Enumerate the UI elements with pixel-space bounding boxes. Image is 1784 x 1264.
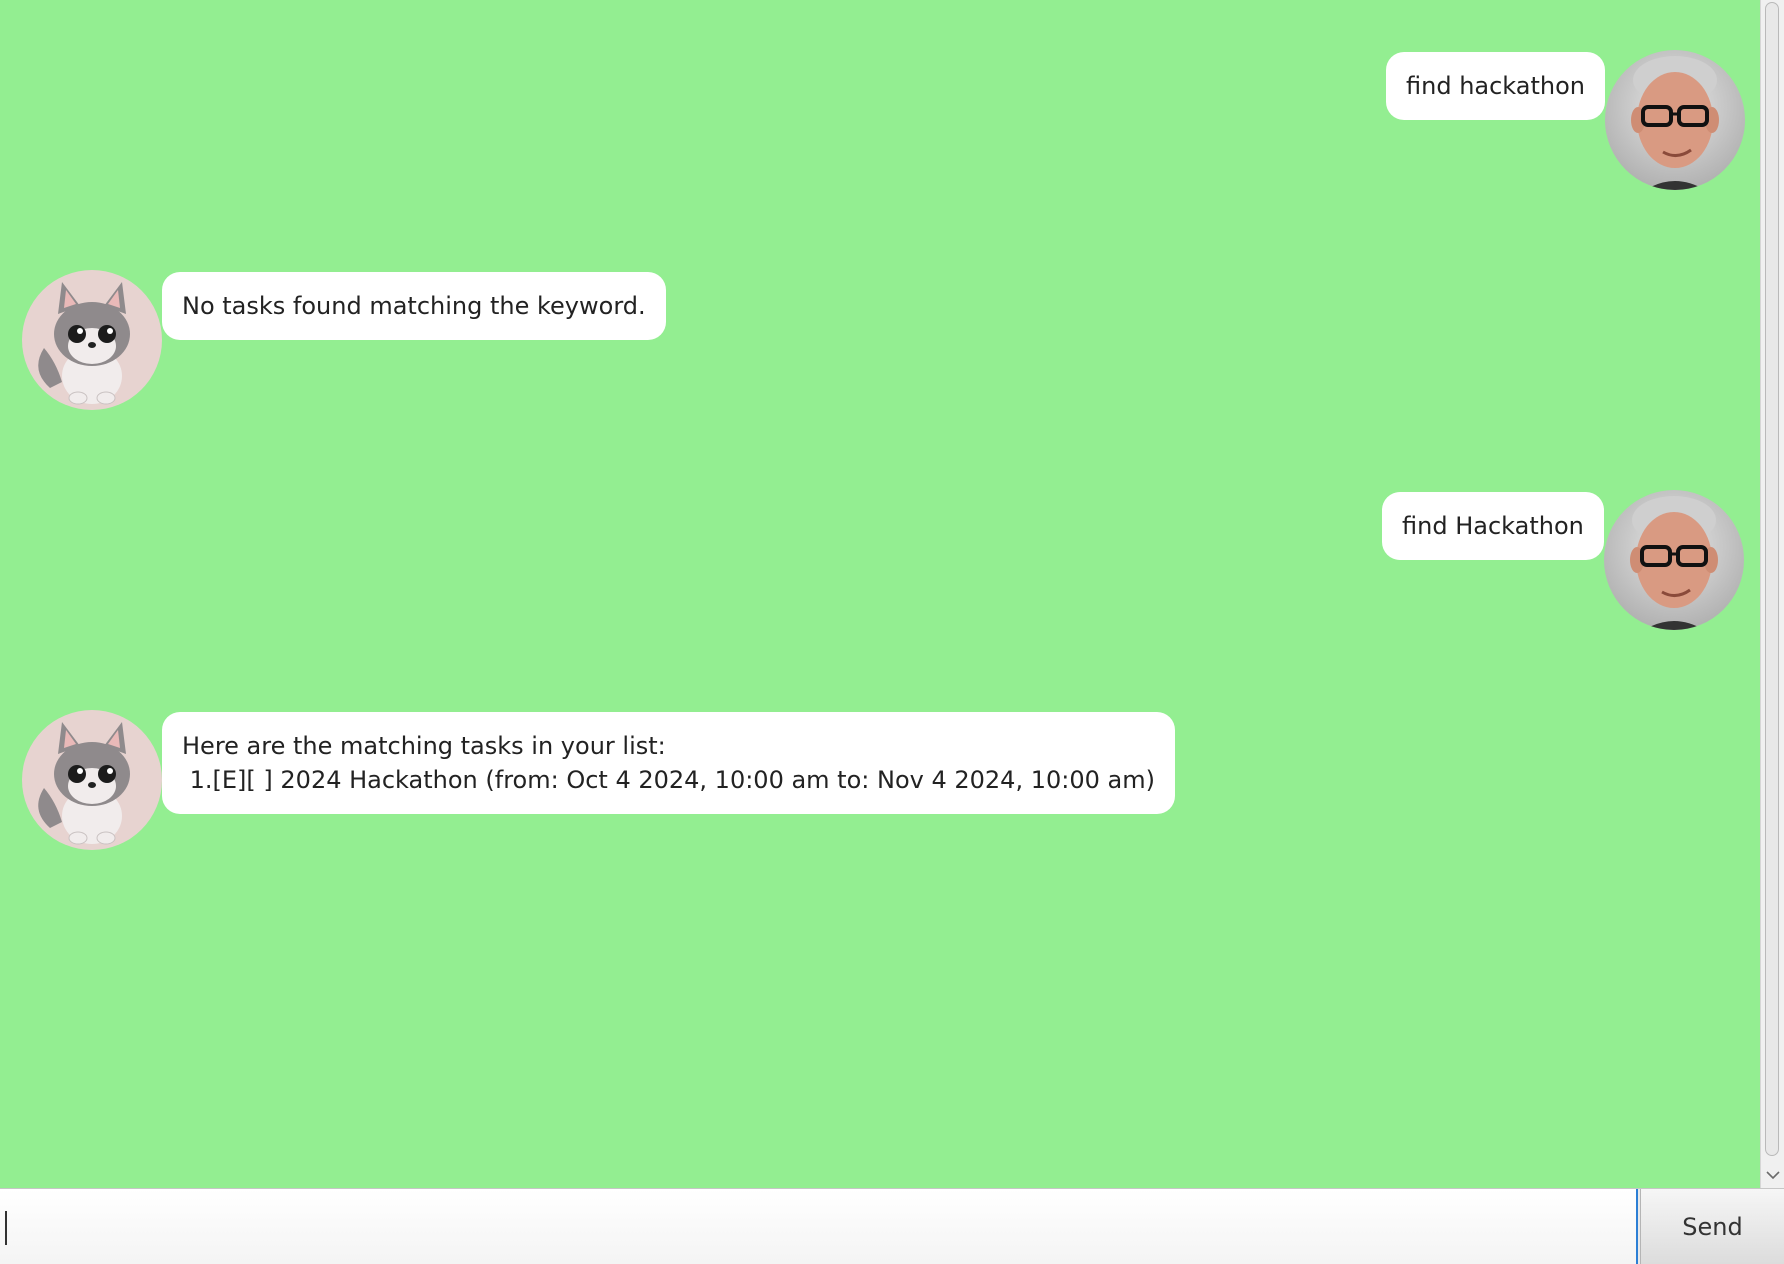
bot-message: Here are the matching tasks in your list… <box>22 710 1175 850</box>
chat-window: find hackathon No tasks found matching t… <box>0 0 1784 1264</box>
wolf-pup-icon <box>22 710 162 850</box>
bot-message: No tasks found matching the keyword. <box>22 270 666 410</box>
wolf-pup-icon <box>22 270 162 410</box>
chevron-down-icon[interactable] <box>1764 1168 1782 1182</box>
user-portrait-icon <box>1605 50 1746 190</box>
text-caret <box>5 1211 7 1245</box>
user-message-bubble: find hackathon <box>1386 52 1606 120</box>
message-input[interactable] <box>0 1189 1638 1264</box>
bot-message-bubble: No tasks found matching the keyword. <box>162 272 666 340</box>
user-portrait-icon <box>1603 490 1744 630</box>
bot-avatar <box>22 710 162 850</box>
dialog-scroll-pane[interactable]: find hackathon No tasks found matching t… <box>0 0 1760 1188</box>
scrollbar-thumb[interactable] <box>1765 2 1779 1156</box>
user-avatar <box>1603 490 1744 630</box>
user-message: find hackathon <box>1386 50 1746 190</box>
user-avatar <box>1605 50 1746 190</box>
input-bar: Send <box>0 1188 1784 1264</box>
user-message: find Hackathon <box>1382 490 1744 630</box>
user-message-bubble: find Hackathon <box>1382 492 1604 560</box>
send-button[interactable]: Send <box>1640 1189 1784 1264</box>
vertical-scrollbar[interactable] <box>1760 0 1784 1188</box>
bot-avatar <box>22 270 162 410</box>
bot-message-bubble: Here are the matching tasks in your list… <box>162 712 1175 814</box>
